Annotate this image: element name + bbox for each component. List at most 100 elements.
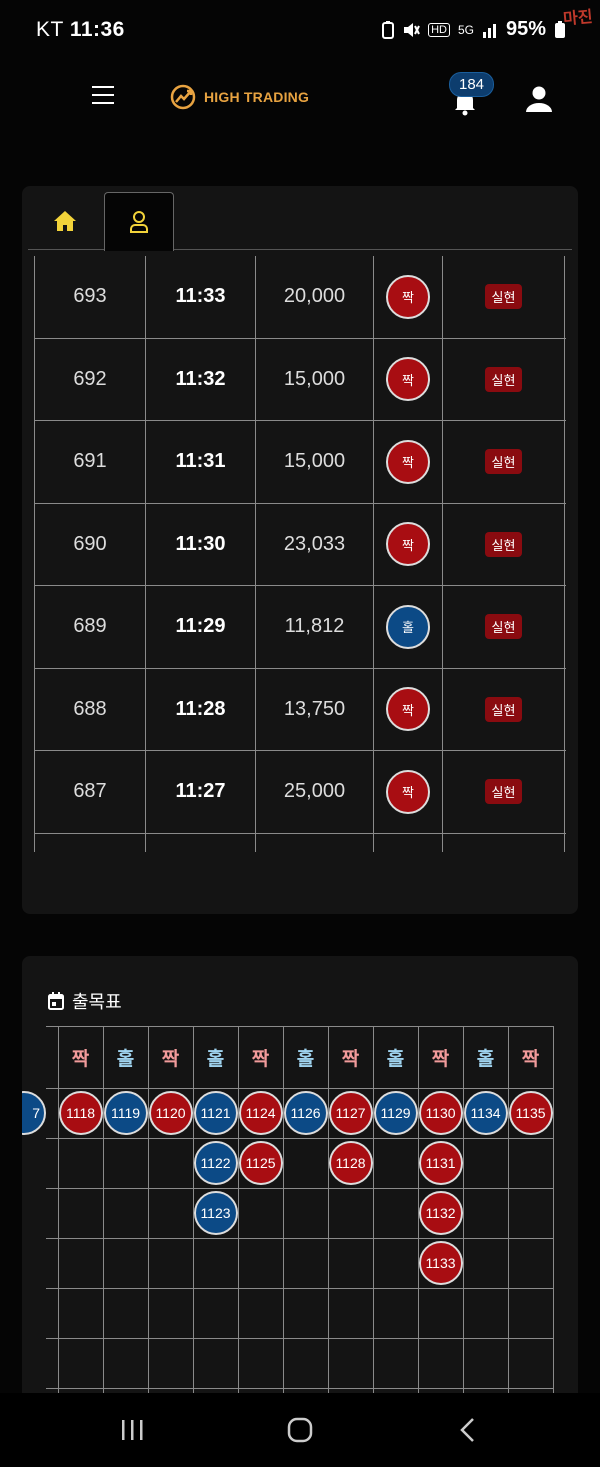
round-cell: 691 bbox=[35, 421, 146, 503]
time-cell: 11:30 bbox=[146, 503, 256, 585]
recent-apps-button[interactable] bbox=[112, 1415, 152, 1445]
chart-ball: 1125 bbox=[238, 1141, 283, 1185]
result-cell: 실현 bbox=[443, 503, 565, 585]
table-row: 692 11:32 15,000 짝 실현 bbox=[35, 338, 566, 421]
system-navigation-bar bbox=[0, 1393, 600, 1467]
grid-line bbox=[508, 1026, 509, 1406]
grid-line bbox=[46, 1138, 554, 1139]
pick-ball: 홀 bbox=[386, 604, 430, 649]
grid-line bbox=[46, 1388, 554, 1389]
brand-logo[interactable]: HIGH TRADING bbox=[170, 84, 309, 110]
result-cell: 실현 bbox=[443, 586, 565, 668]
chart-ball: 1133 bbox=[418, 1241, 463, 1285]
amount-cell: 23,033 bbox=[256, 503, 374, 585]
grid-line bbox=[283, 1026, 284, 1406]
brand-name: HIGH TRADING bbox=[204, 89, 310, 105]
chart-ball: 1120 bbox=[148, 1091, 193, 1135]
chart-column-header: 짝 bbox=[341, 1049, 360, 1070]
pick-ball: 짝 bbox=[386, 522, 430, 567]
result-badge: 실현 bbox=[484, 449, 523, 475]
table-row: 688 11:28 13,750 짝 실현 bbox=[35, 668, 566, 751]
tab-bar bbox=[28, 192, 572, 251]
time-cell: 11:28 bbox=[146, 668, 256, 750]
empty-cell bbox=[35, 833, 146, 852]
table-row-partial bbox=[35, 833, 566, 852]
battery-saver-icon bbox=[382, 20, 395, 39]
grid-line bbox=[46, 1288, 554, 1289]
grid-line bbox=[46, 1188, 554, 1189]
status-bar: KT 11:36 HD 5G 95% 마진 bbox=[0, 0, 600, 60]
chart-column-header: 홀 bbox=[476, 1049, 495, 1070]
amount-cell: 13,750 bbox=[256, 668, 374, 750]
amount-cell: 20,000 bbox=[256, 256, 374, 338]
clock: 11:36 bbox=[69, 18, 125, 41]
grid-line bbox=[553, 1026, 554, 1406]
chart-ball: 1129 bbox=[373, 1091, 418, 1135]
status-icons: HD 5G 95% bbox=[382, 18, 566, 41]
chart-ball: 1118 bbox=[58, 1091, 103, 1135]
round-cell: 688 bbox=[35, 668, 146, 750]
chart-column-header: 홀 bbox=[386, 1049, 405, 1070]
result-cell: 실현 bbox=[443, 668, 565, 750]
chart-ball: 1134 bbox=[463, 1091, 508, 1135]
trading-logo-icon bbox=[170, 84, 196, 110]
grid-line bbox=[463, 1026, 464, 1406]
result-badge: 실현 bbox=[484, 284, 523, 310]
tab-home[interactable] bbox=[30, 192, 100, 250]
chart-column-header: 짝 bbox=[71, 1049, 90, 1070]
empty-cell bbox=[374, 833, 443, 852]
pick-ball: 짝 bbox=[386, 274, 430, 319]
home-button[interactable] bbox=[280, 1415, 320, 1445]
tab-user[interactable] bbox=[104, 192, 174, 251]
notification-badge: 184 bbox=[449, 72, 495, 97]
round-cell: 689 bbox=[35, 586, 146, 668]
result-badge: 실현 bbox=[484, 531, 523, 557]
amount-cell: 15,000 bbox=[256, 338, 374, 420]
status-carrier-time: KT 11:36 bbox=[36, 18, 125, 42]
grid-line bbox=[148, 1026, 149, 1406]
mute-icon bbox=[404, 22, 420, 37]
time-cell: 11:31 bbox=[146, 421, 256, 503]
user-profile-icon[interactable] bbox=[524, 84, 554, 114]
grid-line bbox=[238, 1026, 239, 1406]
menu-icon[interactable] bbox=[92, 86, 114, 104]
chart-ball: 1124 bbox=[238, 1091, 283, 1135]
chart-board-title: 출목표 bbox=[48, 988, 122, 1014]
empty-cell bbox=[256, 833, 374, 852]
result-badge: 실현 bbox=[484, 614, 523, 640]
chart-ball: 1127 bbox=[328, 1091, 373, 1135]
user-icon bbox=[130, 211, 148, 233]
table-row: 690 11:30 23,033 짝 실현 bbox=[35, 503, 566, 586]
pick-cell: 짝 bbox=[374, 503, 443, 585]
chart-column-header: 짝 bbox=[521, 1049, 540, 1070]
grid-line bbox=[373, 1026, 374, 1406]
amount-cell: 15,000 bbox=[256, 421, 374, 503]
pick-cell: 짝 bbox=[374, 668, 443, 750]
grid-line bbox=[46, 1238, 554, 1239]
result-cell: 실현 bbox=[443, 421, 565, 503]
table-row: 687 11:27 25,000 짝 실현 bbox=[35, 751, 566, 834]
chart-ball: 1128 bbox=[328, 1141, 373, 1185]
pick-ball: 짝 bbox=[386, 357, 430, 402]
round-cell: 687 bbox=[35, 751, 146, 833]
result-badge: 실현 bbox=[484, 779, 523, 805]
chart-column-header: 홀 bbox=[116, 1049, 135, 1070]
back-button[interactable] bbox=[448, 1415, 488, 1445]
app-header: HIGH TRADING 184 bbox=[0, 60, 600, 140]
signal-icon bbox=[482, 23, 496, 38]
round-cell: 693 bbox=[35, 256, 146, 338]
chart-ball: 1135 bbox=[508, 1091, 553, 1135]
table-row: 689 11:29 11,812 홀 실현 bbox=[35, 586, 566, 669]
amount-cell: 11,812 bbox=[256, 586, 374, 668]
battery-percent: 95% bbox=[505, 18, 546, 40]
back-chevron-icon bbox=[460, 1418, 474, 1442]
pick-cell: 짝 bbox=[374, 751, 443, 833]
chart-column-header: 짝 bbox=[161, 1049, 180, 1070]
history-table: 693 11:33 20,000 짝 실현 692 11:32 15,000 짝 실현 691 11:… bbox=[34, 256, 566, 852]
pick-cell: 짝 bbox=[374, 256, 443, 338]
hd-icon: HD bbox=[428, 22, 450, 37]
chart-board-card: 출목표 7 짝 1118 홀 1119 짝 1120 홀 1121 1122 1123 짝 1124 11… bbox=[22, 956, 578, 1406]
result-cell: 실현 bbox=[443, 256, 565, 338]
result-cell: 실현 bbox=[443, 338, 565, 420]
result-cell: 실현 bbox=[443, 751, 565, 833]
